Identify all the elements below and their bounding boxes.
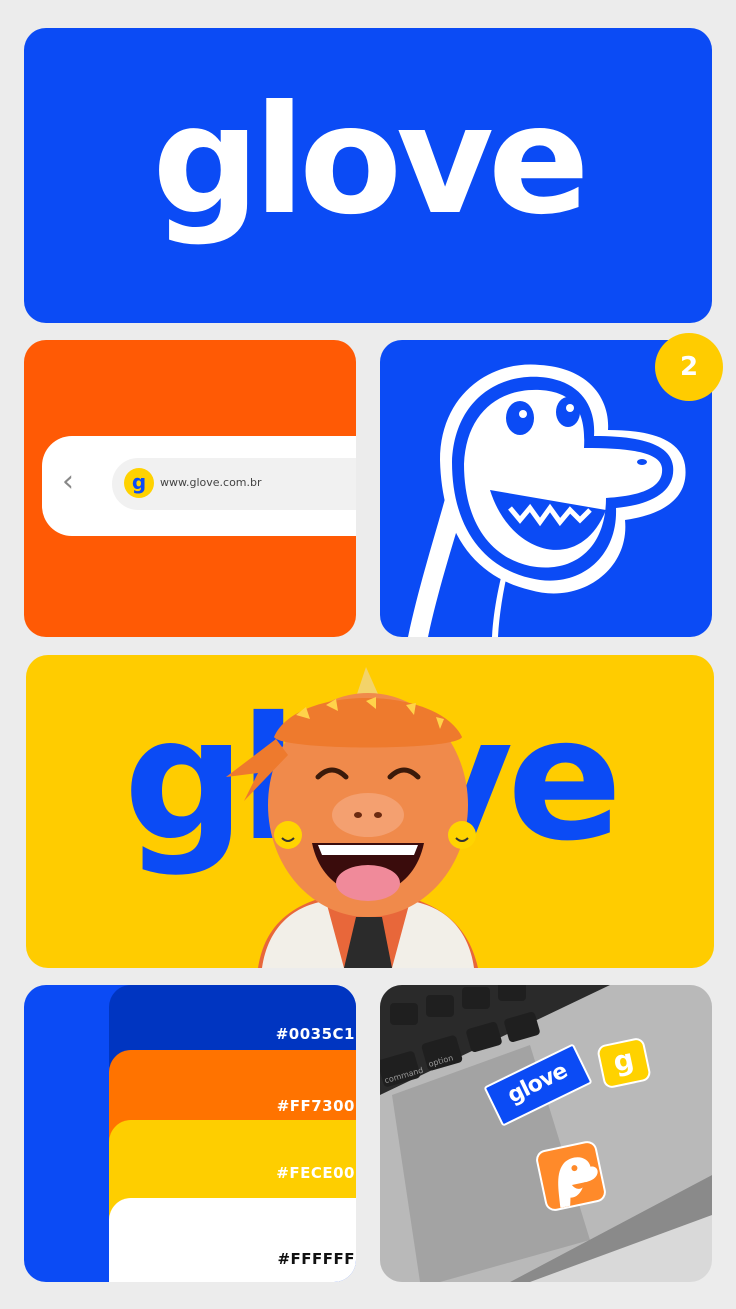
mascot-card: 2 bbox=[380, 333, 723, 637]
sticker-letter: g bbox=[610, 1042, 637, 1079]
key bbox=[462, 987, 490, 1009]
url-text[interactable]: www.glove.com.br bbox=[160, 476, 262, 489]
laptop-body bbox=[380, 985, 712, 1282]
palette-card: #0035C1 #FF7300 #FECE00 #FFFFFF bbox=[24, 985, 356, 1282]
dinosaur-icon bbox=[558, 1157, 598, 1208]
dinosaur-3d-mascot-icon bbox=[226, 667, 478, 968]
key bbox=[426, 995, 454, 1017]
key bbox=[390, 1003, 418, 1025]
chevron-left-icon[interactable]: ‹ bbox=[62, 464, 74, 499]
favicon-icon: g bbox=[124, 468, 154, 498]
browser-card: ‹ g www.glove.com.br bbox=[24, 340, 356, 637]
glove-logo: glove bbox=[152, 74, 589, 248]
hero-card: glove bbox=[26, 655, 714, 968]
swatch-hex-label: #FF7300 bbox=[276, 1097, 355, 1115]
key bbox=[498, 985, 526, 1001]
laptop-card: command option glove g bbox=[380, 985, 712, 1282]
number-badge: 2 bbox=[655, 333, 723, 401]
swatch-ffffff: #FFFFFF bbox=[109, 1198, 356, 1282]
dinosaur-sticker-icon bbox=[534, 1139, 608, 1213]
swatch-hex-label: #0035C1 bbox=[275, 1025, 355, 1043]
swatch-hex-label: #FECE00 bbox=[276, 1164, 355, 1182]
logo-card: glove bbox=[24, 28, 712, 323]
swatch-hex-label: #FFFFFF bbox=[277, 1250, 355, 1268]
